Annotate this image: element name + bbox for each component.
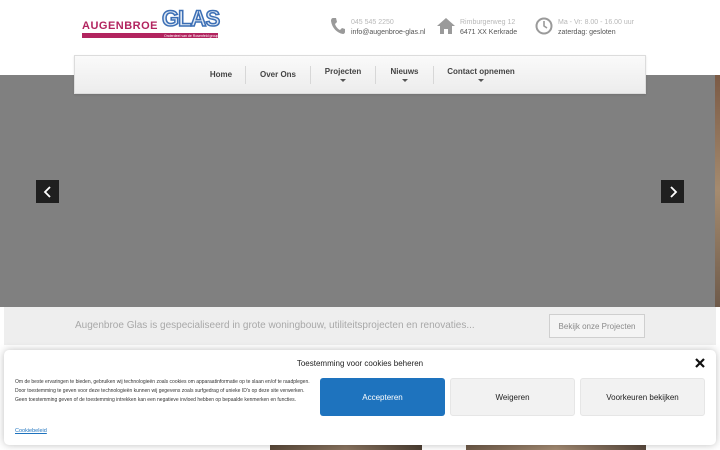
slider-next-button[interactable] — [661, 180, 684, 203]
deny-cookies-button[interactable]: Weigeren — [450, 378, 575, 416]
chevron-left-icon — [43, 185, 51, 198]
nav-item-nieuws[interactable]: Nieuws — [376, 56, 433, 93]
street-address: Rimburgerweg 12 — [460, 19, 516, 26]
phone-number[interactable]: 045 545 2250 — [351, 18, 425, 28]
nav-item-over-ons[interactable]: Over Ons — [246, 56, 310, 93]
city-address: 6471 XX Kerkrade — [460, 29, 518, 36]
nav-label: Projecten — [324, 67, 362, 76]
caret-down-icon — [340, 79, 346, 82]
caret-down-icon — [401, 79, 408, 82]
nav-label: Contact opnemen — [447, 67, 515, 76]
close-icon[interactable] — [694, 356, 706, 370]
nav-item-projecten[interactable]: Projecten — [311, 56, 375, 93]
opening-hours-block: Ma - Vr: 8.00 - 16.00 uur zaterdag: gesl… — [558, 18, 634, 38]
nav-label: Over Ons — [259, 70, 296, 79]
caret-down-icon — [478, 79, 484, 82]
cookie-consent-banner: Toestemming voor cookies beheren Om de b… — [4, 350, 716, 445]
cookie-policy-link[interactable]: Cookiebeleid — [15, 428, 47, 434]
hero-slider — [0, 75, 720, 307]
view-projects-button[interactable]: Bekijk onze Projecten — [549, 314, 645, 338]
slide-image-edge — [715, 75, 720, 307]
contact-phone-block: 045 545 2250 info@augenbroe-glas.nl — [351, 18, 425, 38]
phone-icon — [331, 18, 345, 34]
intro-tagline: Augenbroe Glas is gespecialiseerd in gro… — [75, 320, 475, 331]
saturday-hours: zaterdag: gesloten — [558, 29, 616, 36]
home-icon — [437, 18, 455, 34]
nav-label: Home — [209, 70, 233, 79]
accept-cookies-button[interactable]: Accepteren — [320, 378, 445, 416]
chevron-right-icon — [669, 185, 677, 198]
nav-item-contact[interactable]: Contact opnemen — [434, 56, 528, 93]
logo-brand-text: AUGENBROE — [82, 20, 159, 32]
intro-band: Augenbroe Glas is gespecialiseerd in gro… — [4, 307, 716, 345]
slider-prev-button[interactable] — [36, 180, 59, 203]
logo-tagline: Onderdeel van de Rosenfeld group — [164, 33, 219, 38]
contact-address-block: Rimburgerweg 12 6471 XX Kerkrade — [460, 18, 517, 38]
clock-icon — [535, 17, 553, 35]
email-address[interactable]: info@augenbroe-glas.nl — [351, 28, 425, 38]
nav-label: Nieuws — [390, 67, 419, 76]
view-preferences-button[interactable]: Voorkeuren bekijken — [580, 378, 705, 416]
cookie-title: Toestemming voor cookies beheren — [296, 359, 424, 368]
cookie-description: Om de beste ervaringen te bieden, gebrui… — [15, 379, 310, 404]
weekday-hours: Ma - Vr: 8.00 - 16.00 uur — [558, 19, 634, 26]
logo-glas-text: GLAS — [161, 5, 221, 32]
site-logo[interactable]: AUGENBROE GLAS Onderdeel van de Rosenfel… — [82, 5, 221, 38]
main-navigation: Home Over Ons Projecten Nieuws Contact o… — [74, 55, 646, 94]
